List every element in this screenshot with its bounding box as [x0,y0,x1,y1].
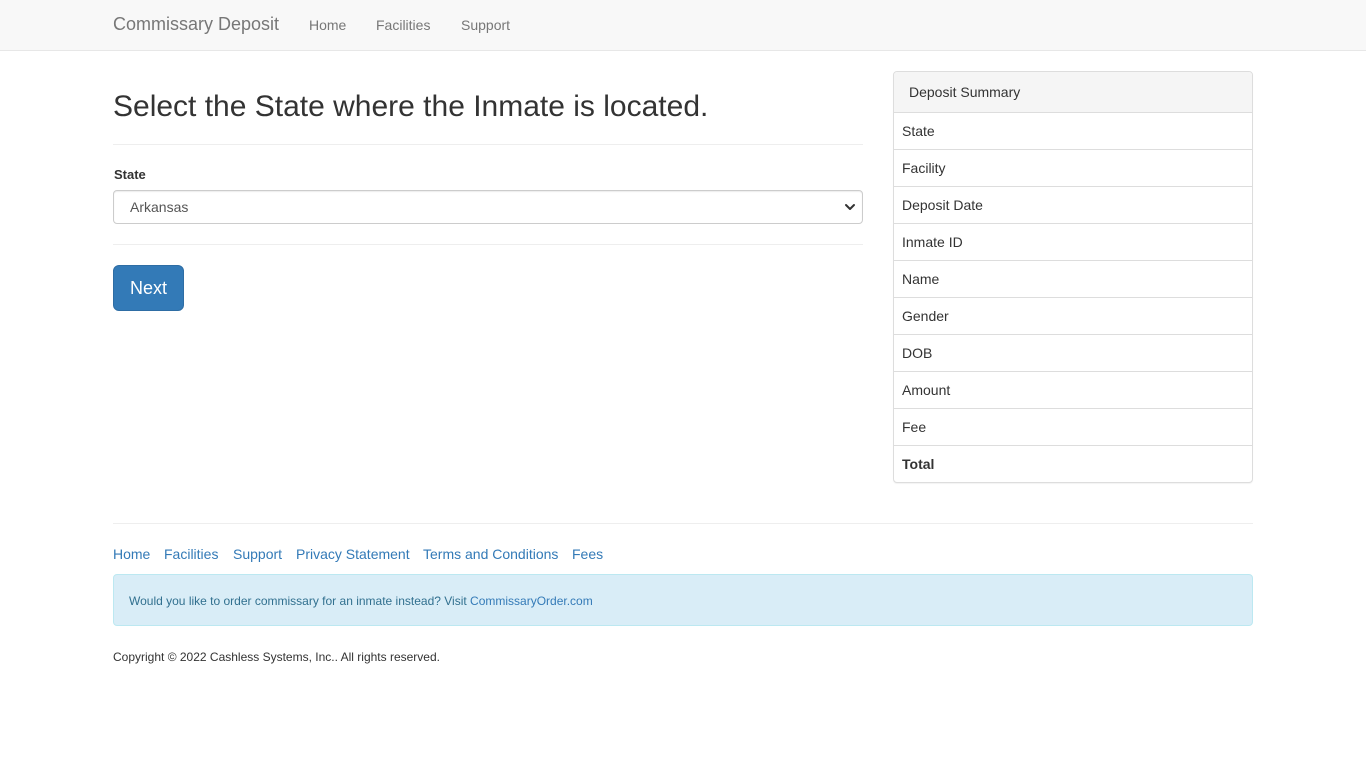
deposit-summary-heading: Deposit Summary [894,72,1252,113]
nav-support[interactable]: Support [461,17,510,33]
top-navbar: Commissary Deposit Home Facilities Suppo… [0,0,1366,51]
footer-link-fees[interactable]: Fees [572,546,603,562]
commissary-order-link[interactable]: CommissaryOrder.com [470,594,593,608]
brand-link[interactable]: Commissary Deposit [113,14,279,35]
summary-row-fee: Fee [894,409,1252,446]
commissary-order-alert: Would you like to order commissary for a… [113,574,1253,626]
footer-divider [113,523,1253,524]
state-label: State [114,167,146,182]
footer-link-home[interactable]: Home [113,546,150,562]
next-button[interactable]: Next [113,265,184,311]
summary-row-facility: Facility [894,150,1252,187]
summary-row-deposit-date: Deposit Date [894,187,1252,224]
footer-link-privacy[interactable]: Privacy Statement [296,546,410,562]
footer-link-terms[interactable]: Terms and Conditions [423,546,558,562]
copyright-text: Copyright © 2022 Cashless Systems, Inc..… [113,650,440,664]
summary-row-amount: Amount [894,372,1252,409]
state-select-value: Arkansas [130,199,189,215]
state-select[interactable]: Arkansas [113,190,863,224]
summary-row-state: State [894,113,1252,150]
nav-facilities[interactable]: Facilities [376,17,430,33]
divider [113,144,863,145]
nav-home[interactable]: Home [309,17,346,33]
deposit-summary-panel: Deposit Summary State Facility Deposit D… [893,71,1253,483]
summary-row-gender: Gender [894,298,1252,335]
page-title: Select the State where the Inmate is loc… [113,90,709,123]
footer-link-facilities[interactable]: Facilities [164,546,218,562]
summary-row-dob: DOB [894,335,1252,372]
footer-link-support[interactable]: Support [233,546,282,562]
chevron-down-icon [845,204,855,210]
alert-text: Would you like to order commissary for a… [129,594,471,608]
summary-row-total: Total [902,456,935,472]
summary-row-name: Name [894,261,1252,298]
summary-row-inmate-id: Inmate ID [894,224,1252,261]
divider [113,244,863,245]
